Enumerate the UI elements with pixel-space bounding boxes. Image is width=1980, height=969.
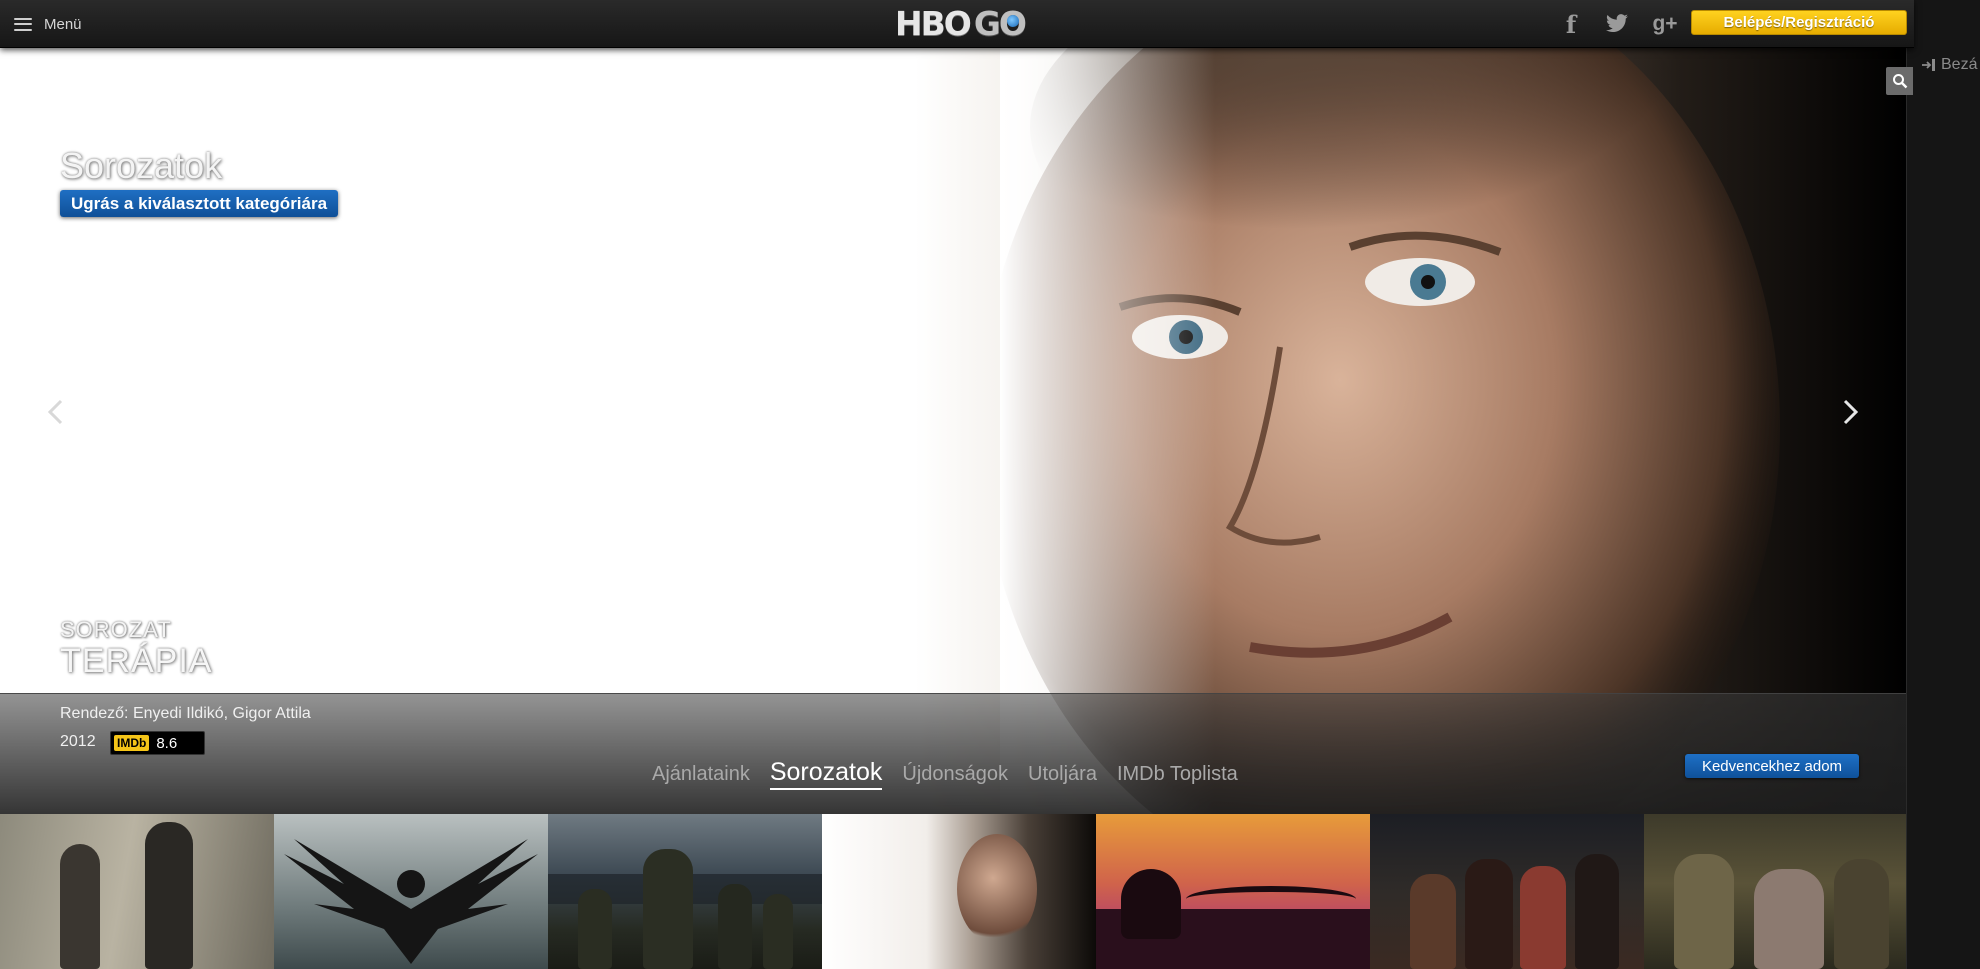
hbo-go-logo[interactable]: HBO GO <box>895 3 1027 43</box>
imdb-logo: IMDb <box>114 735 150 751</box>
googleplus-icon[interactable]: g+ <box>1652 11 1678 37</box>
series-carousel <box>0 814 1906 969</box>
series-thumbnail[interactable] <box>274 814 548 969</box>
year-text: 2012 <box>60 733 96 750</box>
category-tabs: Ajánlataink Sorozatok Újdonságok Utoljár… <box>652 758 1258 790</box>
tab-imdb-toplista[interactable]: IMDb Toplista <box>1117 763 1238 786</box>
series-thumbnail[interactable] <box>1370 814 1644 969</box>
search-button[interactable] <box>1886 67 1913 95</box>
tab-sorozatok[interactable]: Sorozatok <box>769 758 883 790</box>
series-thumbnail[interactable] <box>548 814 822 969</box>
add-to-favorites-button[interactable]: Kedvencekhez adom <box>1685 754 1859 778</box>
chevron-right-icon <box>1843 399 1859 425</box>
imdb-score: 8.6 <box>156 734 178 752</box>
search-icon <box>1892 74 1907 89</box>
series-thumbnail[interactable] <box>1644 814 1906 969</box>
side-panel <box>1906 0 1980 969</box>
login-register-button[interactable]: Belépés/Regisztráció <box>1691 10 1907 35</box>
facebook-icon[interactable]: f <box>1558 10 1584 39</box>
top-bar: Menü HBO GO f g+ Belépés/Regisztráció <box>0 0 1914 48</box>
category-title: Sorozatok <box>60 145 223 186</box>
carousel-prev-button[interactable] <box>40 392 70 432</box>
director-text: Rendező: Enyedi Ildikó, Gigor Attila <box>60 705 311 722</box>
imdb-rating: IMDb 8.6 <box>110 731 205 755</box>
tab-ajanlataink[interactable]: Ajánlataink <box>652 763 750 786</box>
menu-button[interactable]: Menü <box>14 12 82 36</box>
series-thumbnail[interactable] <box>1096 814 1370 969</box>
sign-out-icon <box>1922 59 1935 71</box>
carousel-next-button[interactable] <box>1836 392 1866 432</box>
close-label: Bezá <box>1941 56 1978 73</box>
close-panel-link[interactable]: Bezá <box>1921 56 1977 74</box>
show-title[interactable]: TERÁPIA <box>60 642 212 681</box>
logo-hbo: HBO <box>895 3 972 43</box>
series-thumbnail[interactable] <box>0 814 274 969</box>
logo-go: GO <box>973 3 1027 43</box>
tab-utoljara[interactable]: Utoljára <box>1028 763 1097 786</box>
chevron-left-icon <box>47 399 63 425</box>
content-type-label: SOROZAT <box>60 617 172 642</box>
hero-banner: Sorozatok Ugrás a kiválasztott kategóriá… <box>0 47 1906 814</box>
hamburger-icon <box>14 17 32 31</box>
twitter-icon[interactable] <box>1604 11 1630 37</box>
tab-ujdonsagok[interactable]: Újdonságok <box>902 763 1008 786</box>
series-thumbnail[interactable] <box>822 814 1096 969</box>
jump-to-category-button[interactable]: Ugrás a kiválasztott kategóriára <box>60 190 339 217</box>
menu-label: Menü <box>44 15 82 33</box>
